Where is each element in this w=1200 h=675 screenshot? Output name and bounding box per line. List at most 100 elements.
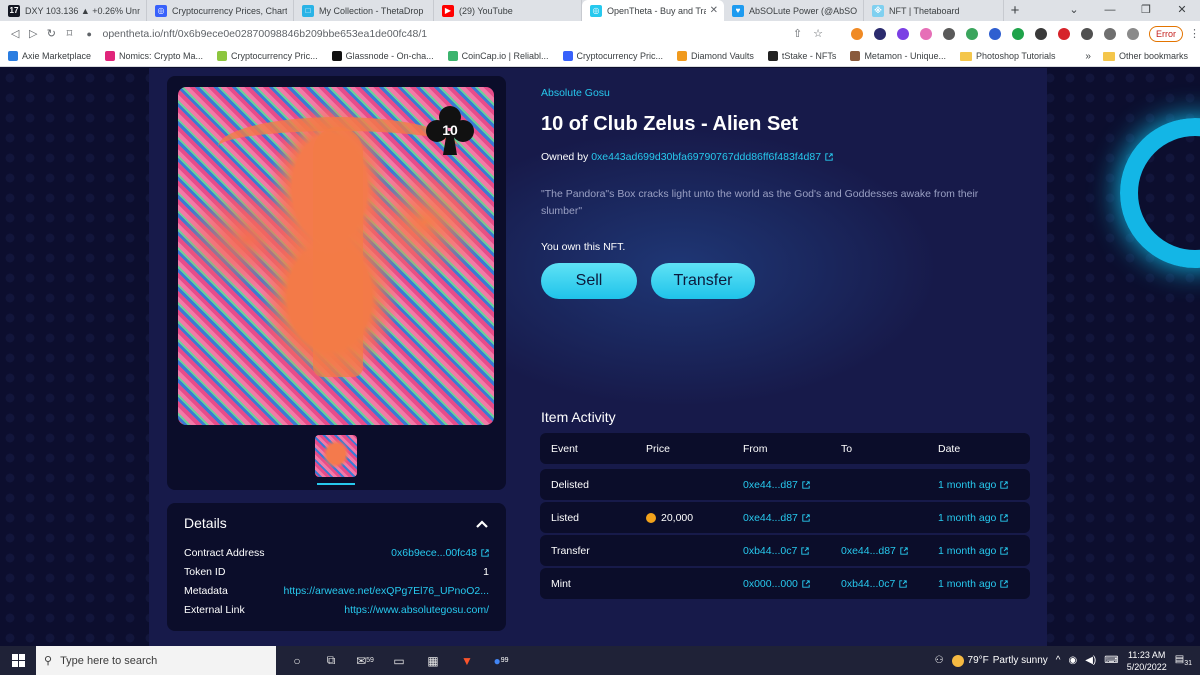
address-bar[interactable]: ● opentheta.io/nft/0x6b9ece0e02870098846…	[87, 24, 603, 44]
thumbnail-selected-indicator	[317, 483, 355, 485]
bookmark-item[interactable]: Metamon - Unique...	[850, 51, 946, 61]
bookmark-item[interactable]: Axie Marketplace	[8, 51, 91, 61]
to-address-link[interactable]: 0xb44...0c7	[841, 568, 907, 599]
details-label: External Link	[184, 604, 245, 616]
puzzle-icon[interactable]	[1104, 27, 1117, 40]
menu-dots-icon[interactable]: ⋮	[1189, 27, 1200, 40]
windows-start-icon[interactable]	[0, 646, 36, 675]
transfer-button[interactable]: Transfer	[651, 263, 755, 299]
browser-tab[interactable]: ♥ AbSOLute Power (@AbSOLute_	[724, 0, 864, 21]
external-link-icon	[1000, 513, 1009, 522]
share-icon[interactable]: ⇧	[793, 27, 802, 40]
from-address-link[interactable]: 0x000...000	[743, 568, 810, 599]
youtube-favicon-icon: ▶	[442, 4, 454, 17]
store-icon[interactable]: ▦	[416, 646, 450, 675]
windows-taskbar: ⚲ Type here to search ○ ⧉ ✉ 59 ▭ ▦ ▼ ● 99 …	[0, 646, 1200, 675]
taskbar-search-box[interactable]: ⚲ Type here to search	[36, 646, 276, 675]
event-cell: Transfer	[551, 544, 590, 557]
extension-icon[interactable]	[1035, 27, 1048, 40]
new-tab-plus-icon[interactable]: +	[1004, 0, 1026, 21]
reload-icon[interactable]: ↻	[42, 27, 60, 40]
bookmark-item[interactable]: Nomics: Crypto Ma...	[105, 51, 203, 61]
from-address-link[interactable]: 0xe44...d87	[743, 469, 810, 500]
browser-tab[interactable]: ▶ (29) YouTube	[434, 0, 582, 21]
to-address-link[interactable]: 0xe44...d87	[841, 535, 908, 566]
taskbar-clock[interactable]: 11:23 AM 5/20/2022	[1127, 649, 1167, 673]
weather-widget[interactable]: 79°F Partly sunny	[951, 654, 1048, 667]
from-address-link[interactable]: 0xe44...d87	[743, 502, 810, 533]
bookmarks-overflow-icon[interactable]: »	[1085, 51, 1091, 62]
other-bookmarks-folder[interactable]: Other bookmarks	[1102, 51, 1188, 61]
metadata-link[interactable]: https://arweave.net/exQPg7El76_UPnoO2...	[284, 585, 489, 597]
tab-search-chevron-icon[interactable]: ⌄	[1056, 0, 1092, 21]
bookmark-item[interactable]: Glassnode - On-cha...	[331, 51, 434, 61]
bookmark-item[interactable]: CoinCap.io | Reliabl...	[447, 51, 549, 61]
bookmark-item[interactable]: Diamond Vaults	[677, 51, 754, 61]
contract-address-link[interactable]: 0x6b9ece...00fc48	[391, 547, 489, 559]
error-button[interactable]: Error	[1149, 25, 1184, 42]
restore-icon[interactable]: ❐	[1128, 0, 1164, 21]
from-address-link[interactable]: 0xb44...0c7	[743, 535, 809, 566]
bookmark-page-icon[interactable]: ⌑	[60, 27, 78, 40]
mail-icon[interactable]: ✉ 59	[348, 646, 382, 675]
nft-thumbnail[interactable]	[315, 435, 357, 477]
nft-artwork-image[interactable]: 10	[178, 87, 494, 425]
bookmark-item[interactable]: tStake - NFTs	[767, 51, 836, 61]
browser-tab[interactable]: 17 DXY 103.136 ▲ +0.26% Unnam	[0, 0, 147, 21]
external-link-icon	[481, 549, 489, 557]
window-close-icon[interactable]: ✕	[1164, 0, 1200, 21]
task-view-icon[interactable]: ⧉	[314, 646, 348, 675]
date-link[interactable]: 1 month ago	[938, 502, 1009, 533]
language-icon[interactable]: ⌨	[1104, 655, 1118, 666]
external-link[interactable]: https://www.absolutegosu.com/	[344, 604, 489, 616]
back-arrow-icon[interactable]: ◁	[6, 27, 24, 40]
people-icon[interactable]: ⚇	[935, 655, 944, 666]
brave-browser-icon[interactable]: ▼	[450, 646, 484, 675]
event-cell: Mint	[551, 577, 571, 590]
printer-icon[interactable]	[1081, 27, 1094, 40]
bookmark-item[interactable]: Cryptocurrency Pric...	[562, 51, 663, 61]
bookmark-item[interactable]: Cryptocurrency Pric...	[217, 51, 318, 61]
file-explorer-icon[interactable]: ▭	[382, 646, 416, 675]
chevron-up-icon[interactable]	[475, 517, 489, 531]
tab-close-icon[interactable]: ✕	[710, 5, 718, 16]
extension-icon[interactable]	[897, 27, 910, 40]
browser-tab[interactable]: ※ NFT | Thetaboard	[864, 0, 1004, 21]
date-link[interactable]: 1 month ago	[938, 469, 1009, 500]
bookmark-folder[interactable]: Photoshop Tutorials	[959, 51, 1056, 61]
forward-arrow-icon[interactable]: ▷	[24, 27, 42, 40]
profile-avatar-icon[interactable]	[1127, 27, 1140, 40]
metamask-extension-icon[interactable]	[851, 27, 864, 40]
club-suit-icon: 10	[426, 106, 474, 155]
extension-icon[interactable]	[1058, 27, 1071, 40]
browser-tab-active[interactable]: ◎ OpenTheta - Buy and Trade ✕	[582, 0, 724, 21]
extension-icon[interactable]	[874, 27, 887, 40]
tray-chevron-up-icon[interactable]: ^	[1056, 655, 1061, 666]
volume-icon[interactable]: ◀)	[1085, 655, 1096, 666]
collection-link[interactable]: Absolute Gosu	[541, 87, 610, 99]
minimize-icon[interactable]: —	[1092, 0, 1128, 21]
details-row-external-link: External Link https://www.absolutegosu.c…	[184, 604, 489, 616]
chrome-icon[interactable]: ● 99	[484, 646, 518, 675]
date-link[interactable]: 1 month ago	[938, 535, 1009, 566]
bookmark-favicon-icon	[331, 51, 342, 61]
extension-icon[interactable]	[966, 27, 979, 40]
external-link-icon	[900, 546, 908, 555]
cortana-icon[interactable]: ○	[280, 646, 314, 675]
star-icon[interactable]: ☆	[813, 27, 823, 40]
sell-button[interactable]: Sell	[541, 263, 637, 299]
notification-center-icon[interactable]: ▤31	[1175, 654, 1192, 667]
extension-icon[interactable]	[1012, 27, 1025, 40]
extension-icon[interactable]	[920, 27, 933, 40]
bookmark-favicon-icon	[217, 51, 228, 61]
address-url: opentheta.io/nft/0x6b9ece0e02870098846b2…	[102, 27, 428, 40]
date-link[interactable]: 1 month ago	[938, 568, 1009, 599]
extension-icon[interactable]	[989, 27, 1002, 40]
browser-tab[interactable]: ◎ Cryptocurrency Prices, Charts A	[147, 0, 294, 21]
external-link-icon	[801, 546, 809, 555]
owner-address-link[interactable]: 0xe443ad699d30bfa69790767ddd86ff6f483f4d…	[591, 151, 833, 163]
extension-icon[interactable]	[943, 27, 956, 40]
network-icon[interactable]: ◉	[1069, 655, 1078, 666]
table-row: Transfer 0xb44...0c7 0xe44...d87 1 month…	[540, 535, 1030, 566]
browser-tab[interactable]: □ My Collection - ThetaDrop	[294, 0, 434, 21]
